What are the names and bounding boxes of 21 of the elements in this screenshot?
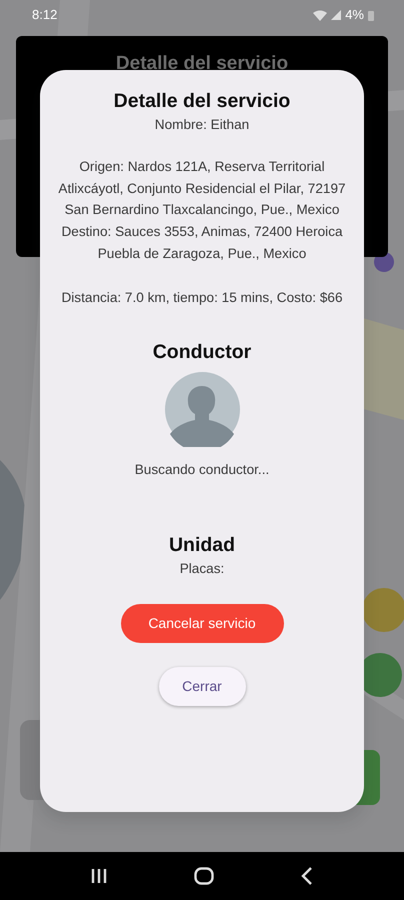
- origin-address: Origen: Nardos 121A, Reserva Territorial Atlixcáyotl, Conjunto Residencial el Pilar, 72197 San Bernardino Tlaxcalancingo, Pue., Mexico: [57, 158, 347, 220]
- driver-status: Buscando conductor...: [134, 460, 270, 479]
- signal-icon: [331, 10, 342, 20]
- dialog-title: Detalle del servicio: [112, 89, 292, 114]
- name-text: Nombre: Eithan: [154, 116, 250, 134]
- plates-label: Placas:: [178, 560, 226, 578]
- cancel-button[interactable]: Cancelar servicio: [120, 604, 284, 644]
- destination-address: Destino: Sauces 3553, Animas, 72400 Heroica Puebla de Zaragoza, Pue., Mexico: [60, 223, 344, 263]
- dialog-title: Detalle del servicio: [114, 52, 290, 76]
- recent-apps-icon[interactable]: [91, 868, 108, 884]
- close-button[interactable]: Cerrar: [158, 667, 246, 706]
- avatar-icon: [164, 372, 240, 447]
- status-time: 8:12: [32, 6, 58, 24]
- section-heading: Unidad: [168, 533, 236, 558]
- wifi-icon: [313, 10, 328, 20]
- back-icon[interactable]: [300, 867, 313, 885]
- trip-summary: Distancia: 7.0 km, tiempo: 15 mins, Costo: $66: [60, 288, 344, 307]
- battery-icon: [368, 10, 374, 20]
- section-heading: Conductor: [152, 340, 252, 365]
- home-icon[interactable]: [194, 867, 214, 885]
- battery-level: 4%: [345, 6, 364, 24]
